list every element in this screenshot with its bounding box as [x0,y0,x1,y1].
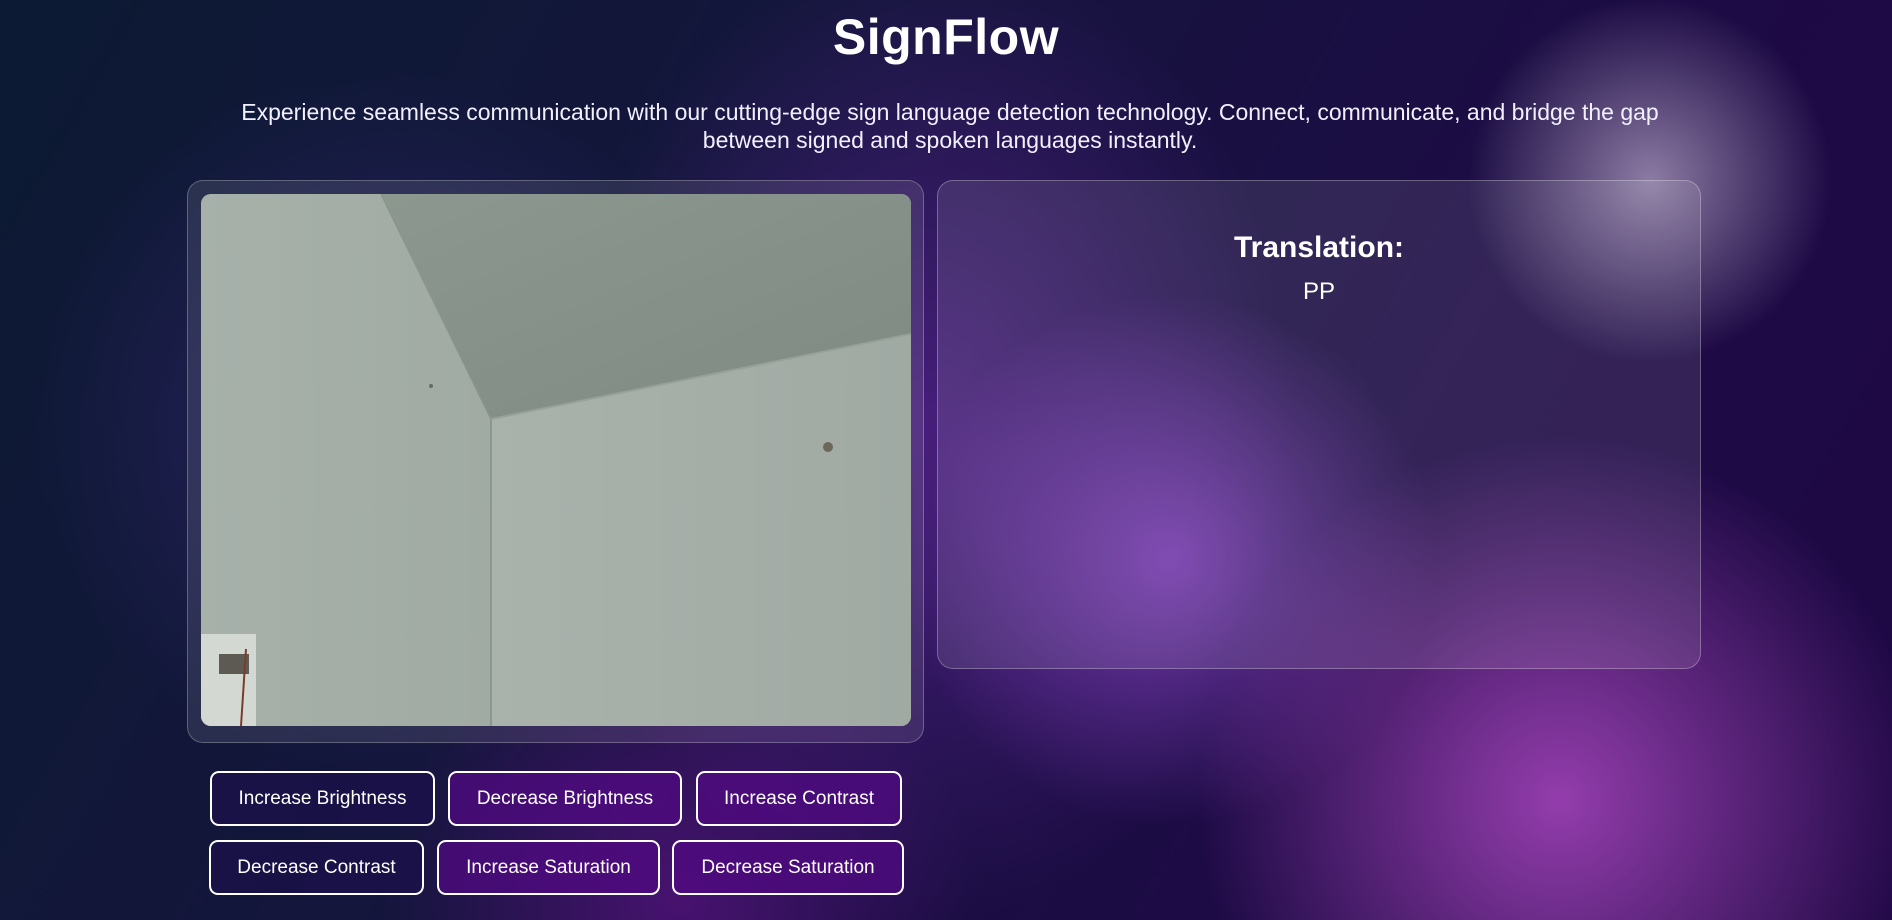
webcam-feed [201,194,911,726]
increase-brightness-button[interactable]: Increase Brightness [210,771,435,826]
translation-panel: Translation: PP [937,180,1701,669]
increase-contrast-button[interactable]: Increase Contrast [696,771,902,826]
translation-output: PP [1302,278,1335,305]
video-panel [187,180,924,743]
decrease-brightness-button[interactable]: Decrease Brightness [448,771,682,826]
page-subtitle: Experience seamless communication with o… [241,99,1659,153]
increase-saturation-button[interactable]: Increase Saturation [437,840,660,895]
translation-label: Translation: [1233,231,1405,264]
decrease-contrast-button[interactable]: Decrease Contrast [209,840,424,895]
page-title: SignFlow [832,9,1060,65]
webcam-image [201,194,911,726]
decrease-saturation-button[interactable]: Decrease Saturation [672,840,904,895]
